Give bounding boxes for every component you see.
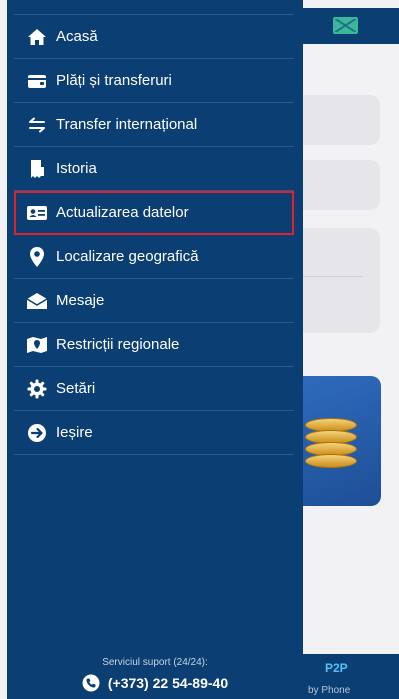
- wallet-icon: [26, 70, 48, 92]
- bottom-tab-sublabel: by Phone: [308, 685, 351, 696]
- menu-item-payments[interactable]: Plăți și transferuri: [14, 59, 294, 103]
- menu-item-settings[interactable]: Setări: [14, 367, 294, 411]
- transfer-arrows-icon: [26, 114, 48, 136]
- menu-item-label: Acasă: [56, 28, 98, 45]
- menu-item-geolocation[interactable]: Localizare geografică: [14, 235, 294, 279]
- menu-item-label: Mesaje: [56, 292, 105, 309]
- id-card-icon: [26, 202, 48, 224]
- drawer-menu: Acasă Plăți și transferuri Transfer inte…: [14, 15, 294, 455]
- menu-item-international-transfer[interactable]: Transfer internațional: [14, 103, 294, 147]
- coins-icon: [305, 454, 357, 468]
- menu-item-regional-restrictions[interactable]: Restricții regionale: [14, 323, 294, 367]
- support-section: Serviciul suport (24/24): (+373) 22 54-8…: [7, 657, 303, 692]
- navigation-drawer: Acasă Plăți și transferuri Transfer inte…: [7, 0, 303, 699]
- support-label: Serviciul suport (24/24):: [102, 657, 208, 668]
- map-pin-icon: [26, 334, 48, 356]
- menu-item-logout[interactable]: Ieșire: [14, 411, 294, 455]
- phone-icon: [82, 674, 100, 692]
- support-phone-link[interactable]: (+373) 22 54-89-40: [7, 674, 303, 692]
- menu-item-label: Plăți și transferuri: [56, 72, 172, 89]
- menu-item-label: Actualizarea datelor: [56, 204, 189, 221]
- receipt-icon: [26, 158, 48, 180]
- gear-icon: [26, 378, 48, 400]
- menu-item-home[interactable]: Acasă: [14, 15, 294, 59]
- bottom-tab-p2p[interactable]: P2P: [325, 661, 348, 675]
- support-phone-number: (+373) 22 54-89-40: [107, 675, 229, 691]
- menu-item-messages[interactable]: Mesaje: [14, 279, 294, 323]
- menu-item-label: Setări: [56, 380, 96, 397]
- envelope-open-icon: [26, 290, 48, 312]
- menu-item-label: Ieșire: [56, 424, 93, 441]
- menu-item-label: Restricții regionale: [56, 336, 180, 353]
- menu-item-label: Transfer internațional: [56, 116, 198, 133]
- location-pin-icon: [26, 246, 48, 268]
- mail-icon[interactable]: [333, 17, 358, 34]
- menu-item-label: Istoria: [56, 160, 97, 177]
- exit-arrow-icon: [26, 422, 48, 444]
- menu-item-label: Localizare geografică: [56, 248, 199, 265]
- menu-item-update-data[interactable]: Actualizarea datelor: [14, 191, 294, 235]
- menu-item-history[interactable]: Istoria: [14, 147, 294, 191]
- home-icon: [26, 26, 48, 48]
